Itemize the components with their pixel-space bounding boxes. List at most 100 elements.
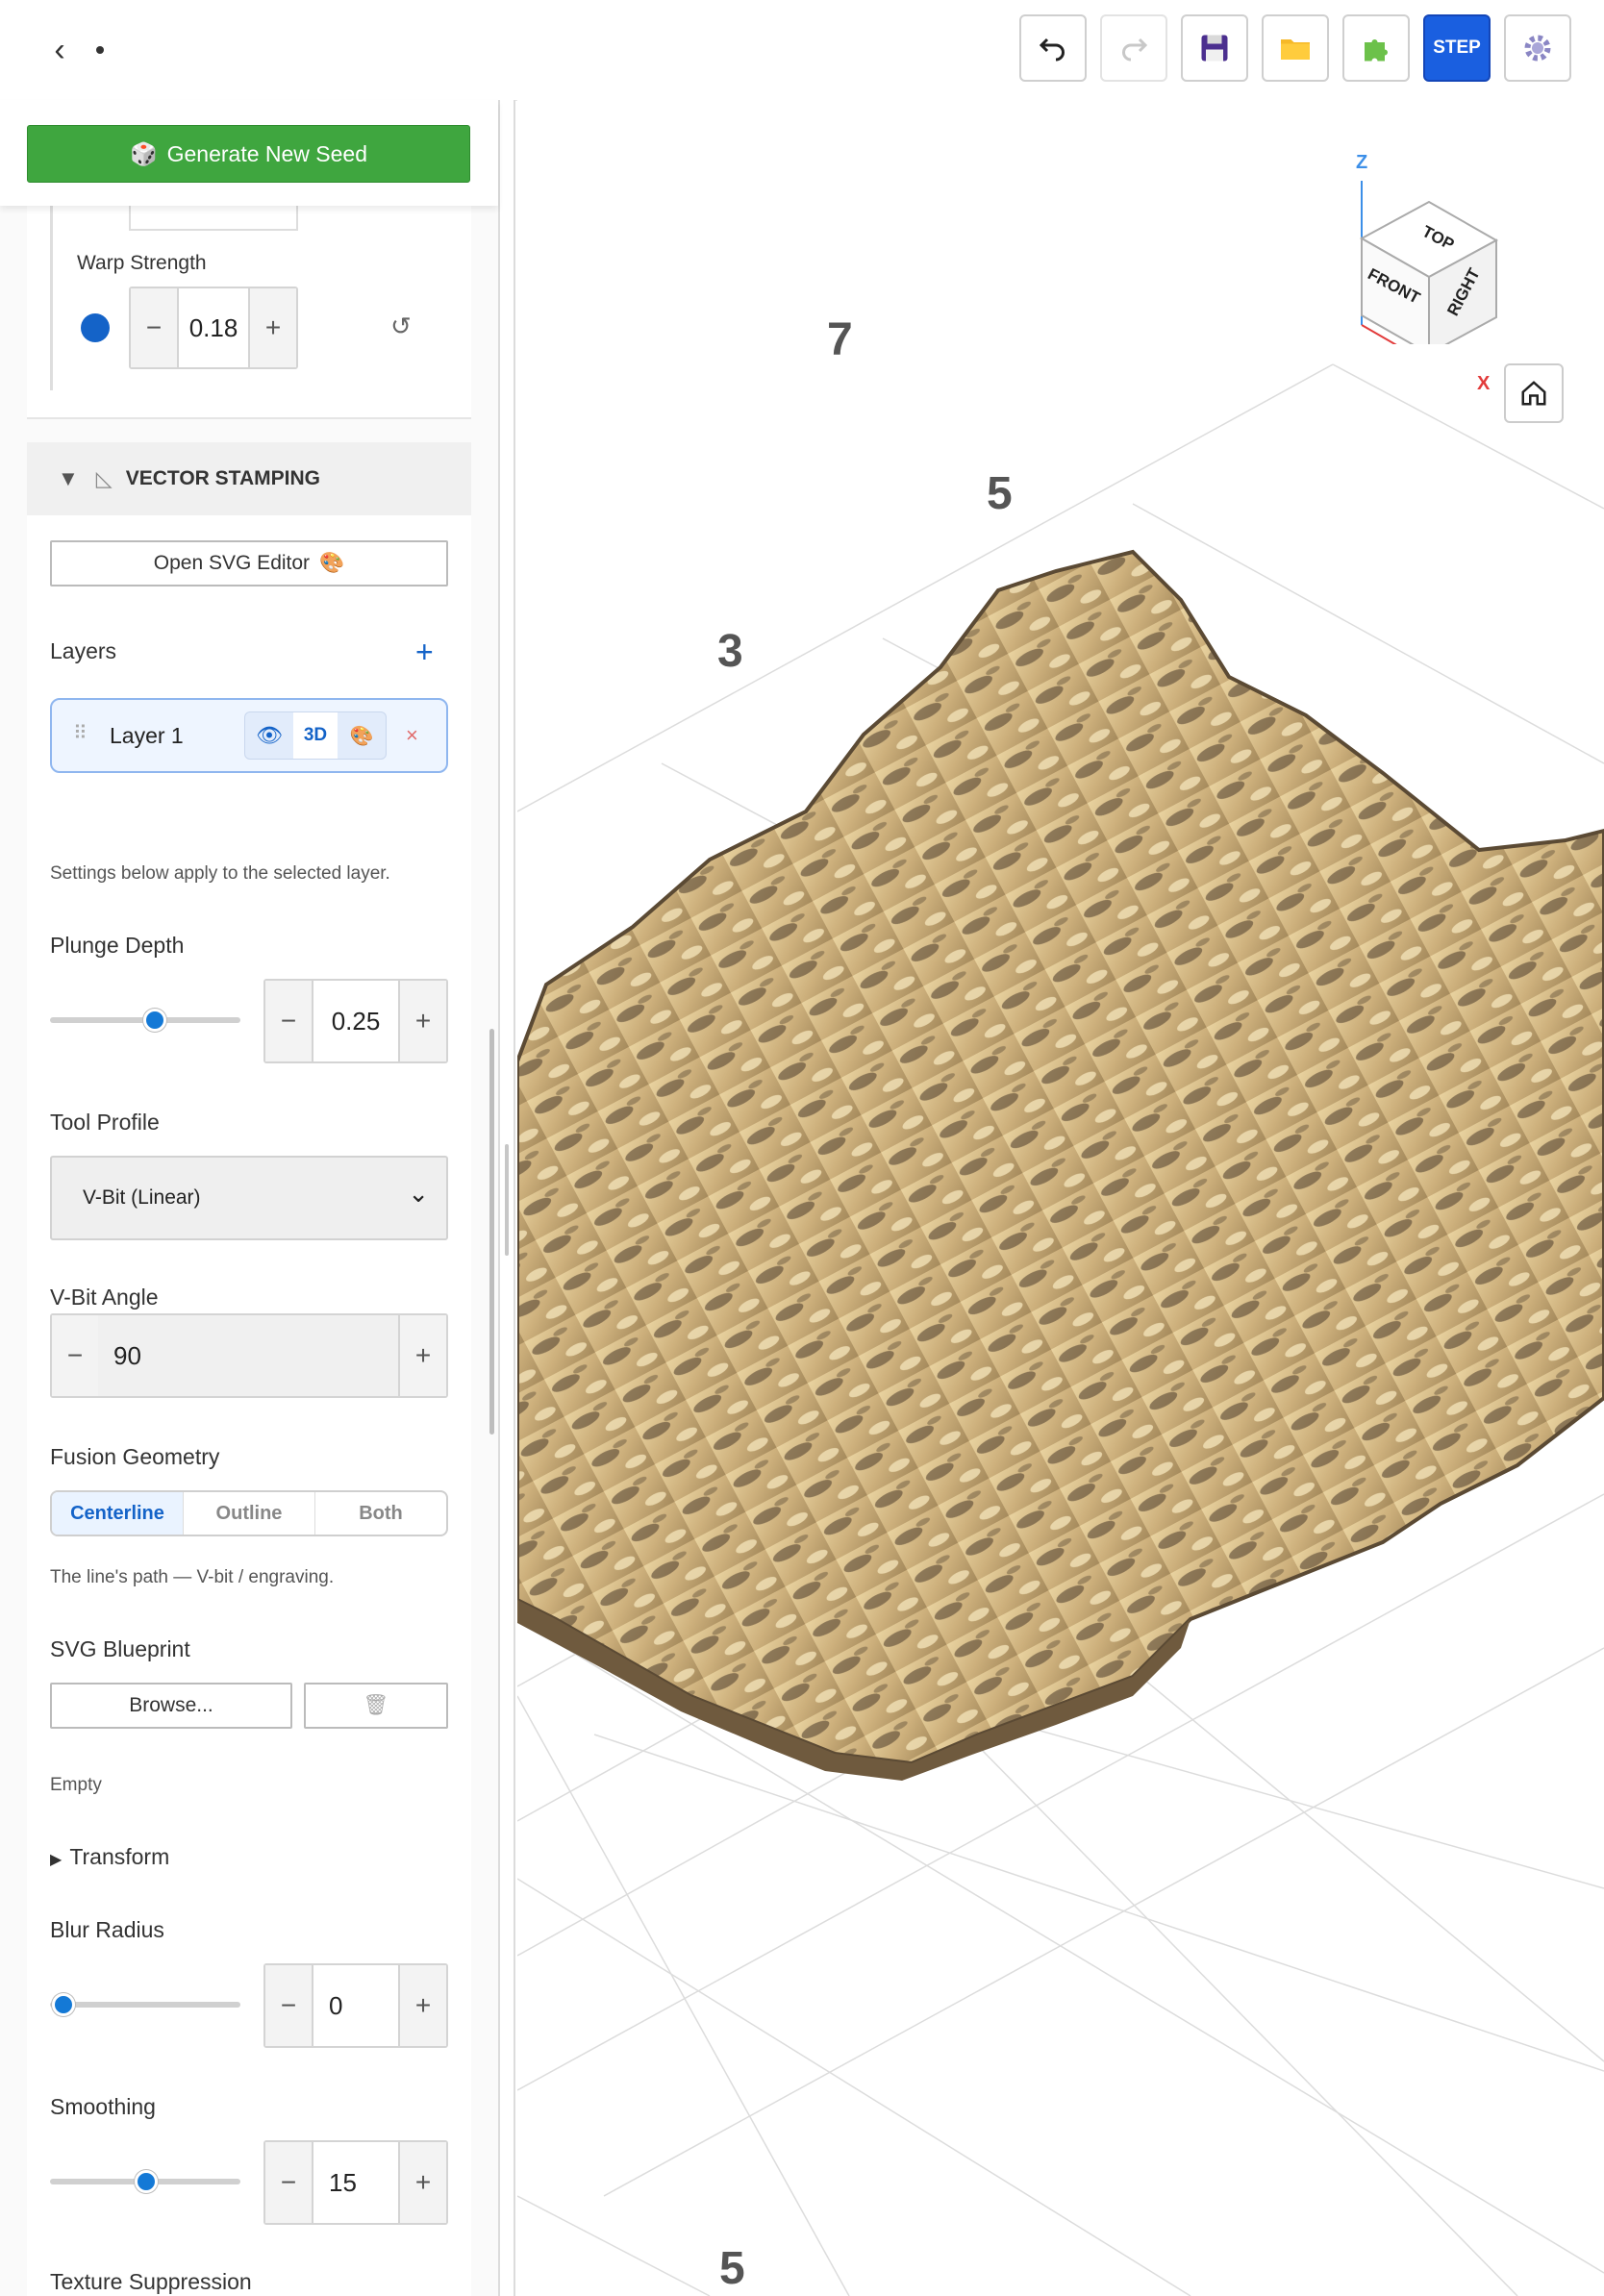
smoothing-stepper: − 15 +	[263, 2140, 448, 2225]
smoothing-slider[interactable]	[50, 2170, 240, 2193]
slider-knob[interactable]	[143, 1009, 166, 1032]
grid-label: 3	[717, 626, 743, 677]
warp-color-swatch[interactable]	[81, 313, 110, 342]
chevron-down-icon: ⌄	[408, 1179, 429, 1208]
floppy-disk-icon	[1201, 35, 1228, 62]
fusion-geometry-toggle: Centerline Outline Both	[50, 1490, 448, 1536]
blur-radius-label: Blur Radius	[50, 1917, 164, 1942]
layer-item[interactable]: ⠿ Layer 1 👁 3D 🎨 ×	[50, 698, 448, 773]
warp-increment-button[interactable]: +	[250, 288, 296, 367]
settings-button[interactable]	[1504, 14, 1571, 82]
blur-radius-slider[interactable]	[50, 1993, 240, 2016]
vbit-increment-button[interactable]: +	[398, 1315, 446, 1396]
tool-profile-select[interactable]: V-Bit (Linear) ⌄	[50, 1156, 448, 1240]
warp-strength-input[interactable]: 0.18	[177, 288, 250, 367]
home-icon	[1521, 381, 1546, 406]
save-button[interactable]	[1181, 14, 1248, 82]
plunge-depth-input[interactable]: 0.25	[312, 981, 400, 1061]
group-indent-line	[50, 206, 53, 390]
dice-icon: 🎲	[129, 140, 158, 166]
vbit-decrement-button[interactable]: −	[52, 1315, 98, 1396]
puzzle-icon	[1365, 39, 1388, 62]
eye-icon[interactable]: 👁	[245, 723, 293, 748]
plunge-depth-stepper: − 0.25 +	[263, 979, 448, 1063]
open-svg-editor-button[interactable]: Open SVG Editor 🎨	[50, 540, 448, 586]
warp-strength-stepper: − 0.18 +	[129, 287, 298, 369]
browse-button[interactable]: Browse...	[50, 1683, 292, 1729]
grid-label: 5	[719, 2243, 745, 2294]
blur-increment-button[interactable]: +	[400, 1965, 446, 2046]
layers-label: Layers	[50, 638, 117, 663]
plunge-decrement-button[interactable]: −	[265, 981, 312, 1061]
texture-suppression-label: Texture Suppression	[50, 2269, 252, 2294]
fusion-option-outline[interactable]: Outline	[184, 1492, 315, 1535]
smoothing-increment-button[interactable]: +	[400, 2142, 446, 2223]
smoothing-decrement-button[interactable]: −	[265, 2142, 312, 2223]
trash-icon: 🗑	[363, 1694, 389, 1716]
vbit-angle-input[interactable]: 90	[98, 1315, 398, 1396]
chevron-left-icon[interactable]: ‹	[40, 29, 79, 71]
open-svg-editor-label: Open SVG Editor	[153, 552, 311, 574]
layer-name[interactable]: Layer 1	[110, 723, 184, 749]
status-dot	[96, 46, 104, 54]
warp-decrement-button[interactable]: −	[131, 288, 177, 367]
drag-handle-icon[interactable]: ⠿	[73, 721, 88, 745]
transform-label: Transform	[69, 1844, 170, 1869]
plunge-increment-button[interactable]: +	[400, 981, 446, 1061]
layer-settings-hint: Settings below apply to the selected lay…	[50, 863, 390, 884]
vector-stamping-header[interactable]: ▼ ◺ VECTOR STAMPING	[27, 442, 471, 515]
remove-layer-button[interactable]: ×	[406, 723, 418, 748]
view-cube[interactable]: Z TOP FRONT RIGHT	[1342, 152, 1535, 398]
ruler-triangle-icon: ◺	[95, 466, 113, 490]
folder-icon	[1281, 39, 1310, 60]
noise-card: Warp Strength − 0.18 + ↺	[27, 206, 471, 419]
vbit-angle-stepper: − 90 +	[50, 1313, 448, 1398]
svg-blueprint-label: SVG Blueprint	[50, 1636, 190, 1661]
warp-strength-label: Warp Strength	[77, 252, 207, 274]
fusion-geometry-label: Fusion Geometry	[50, 1444, 220, 1469]
palette-icon[interactable]: 🎨	[338, 724, 386, 748]
reset-icon[interactable]: ↺	[390, 312, 412, 341]
open-button[interactable]	[1262, 14, 1329, 82]
generate-seed-button[interactable]: 🎲 Generate New Seed	[27, 125, 470, 183]
grid-label: 5	[987, 468, 1013, 519]
smoothing-input[interactable]: 15	[312, 2142, 400, 2223]
generate-bar: 🎲 Generate New Seed	[0, 100, 498, 206]
terrain-mesh[interactable]	[517, 549, 1604, 1766]
gear-icon	[1524, 35, 1551, 62]
x-axis-label: X	[1477, 373, 1491, 394]
smoothing-label: Smoothing	[50, 2094, 156, 2119]
blueprint-status: Empty	[50, 1775, 102, 1795]
step-button[interactable]: STEP	[1423, 14, 1491, 82]
tool-profile-label: Tool Profile	[50, 1110, 160, 1135]
blur-radius-stepper: − 0 +	[263, 1963, 448, 2048]
collapse-triangle-icon: ▼	[58, 466, 79, 490]
fusion-option-both[interactable]: Both	[315, 1492, 446, 1535]
sidebar-scrollbar[interactable]	[489, 1029, 494, 1435]
slider-knob[interactable]	[52, 1993, 75, 2016]
top-toolbar: ‹ STEP	[0, 0, 1604, 101]
grid-label: 7	[827, 314, 853, 365]
resize-handle[interactable]	[505, 1144, 509, 1256]
trash-button[interactable]: 🗑	[304, 1683, 448, 1729]
layer-3d-toggle[interactable]: 3D	[293, 712, 338, 759]
3d-viewport[interactable]: 7 5 3 5 Z TOP FRONT RIGHT X	[517, 100, 1604, 2296]
add-layer-button[interactable]: +	[415, 635, 434, 670]
transform-toggle[interactable]: ▶ Transform	[50, 1844, 169, 1870]
expand-triangle-icon: ▶	[50, 1852, 63, 1868]
undo-button[interactable]	[1019, 14, 1087, 82]
fusion-option-centerline[interactable]: Centerline	[52, 1492, 184, 1535]
fusion-geometry-note: The line's path — V-bit / engraving.	[50, 1567, 335, 1587]
plunge-depth-slider[interactable]	[50, 1009, 240, 1032]
plugins-button[interactable]	[1342, 14, 1410, 82]
scene-canvas[interactable]	[517, 100, 1604, 2296]
layer-actions: 👁 3D 🎨	[244, 711, 387, 760]
slider-knob[interactable]	[135, 2170, 158, 2193]
blur-decrement-button[interactable]: −	[265, 1965, 312, 2046]
vbit-angle-label: V-Bit Angle	[50, 1285, 159, 1310]
home-view-button[interactable]	[1504, 363, 1564, 423]
redo-button[interactable]	[1100, 14, 1167, 82]
tool-profile-value: V-Bit (Linear)	[83, 1186, 201, 1209]
z-axis-label: Z	[1356, 152, 1368, 173]
blur-radius-input[interactable]: 0	[312, 1965, 400, 2046]
